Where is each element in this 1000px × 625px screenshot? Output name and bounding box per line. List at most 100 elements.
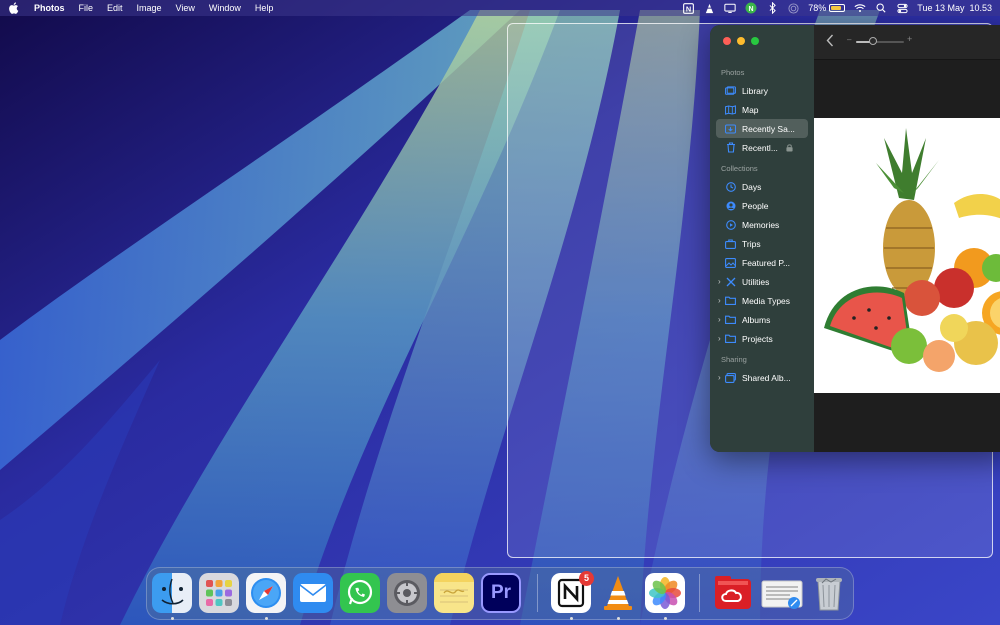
memories-icon <box>725 219 736 230</box>
dock-separator <box>537 574 538 612</box>
sidebar-item-projects[interactable]: › Projects <box>716 329 808 348</box>
sidebar-item-label: Featured P... <box>742 257 791 268</box>
sidebar-item-library[interactable]: Library <box>716 81 808 100</box>
notion-status-icon[interactable]: N <box>682 2 694 14</box>
sidebar-item-label: Recentl... <box>742 142 778 153</box>
airdrop-icon[interactable] <box>787 2 799 14</box>
chevron-right-icon[interactable]: › <box>718 334 721 343</box>
zoom-button[interactable] <box>751 37 759 45</box>
bluetooth-icon[interactable] <box>766 2 778 14</box>
chevron-right-icon[interactable]: › <box>718 296 721 305</box>
menu-image[interactable]: Image <box>137 3 162 13</box>
mail-icon[interactable] <box>293 573 333 613</box>
menu-file[interactable]: File <box>79 3 94 13</box>
photo-icon <box>725 257 736 268</box>
photos-window: Photos Library Map Recently Sa... Recent… <box>710 25 1000 452</box>
sidebar-item-albums[interactable]: › Albums <box>716 310 808 329</box>
running-indicator <box>617 617 620 620</box>
safari-icon[interactable] <box>246 573 286 613</box>
sidebar-item-recently-saved[interactable]: Recently Sa... <box>716 119 808 138</box>
clock[interactable]: Tue 13 May 10.53 <box>917 3 992 13</box>
sidebar-item-trips[interactable]: Trips <box>716 234 808 253</box>
finder-icon[interactable] <box>152 573 192 613</box>
battery-percent: 78% <box>808 3 827 13</box>
sidebar-item-days[interactable]: Days <box>716 177 808 196</box>
back-chevron-icon[interactable] <box>826 34 834 52</box>
sidebar-item-label: Projects <box>742 333 773 344</box>
library-icon <box>725 85 736 96</box>
menu-bar: Photos File Edit Image View Window Help … <box>0 0 1000 16</box>
person-icon <box>725 200 736 211</box>
sidebar-item-label: Shared Alb... <box>742 372 791 383</box>
photos-sidebar: Photos Library Map Recently Sa... Recent… <box>710 25 814 452</box>
trash-bin-icon[interactable] <box>809 573 849 613</box>
clock-icon <box>725 181 736 192</box>
premiere-pro-icon[interactable]: Pr <box>481 573 521 613</box>
photos-content-area: – + <box>814 25 1000 452</box>
sidebar-item-featured-photos[interactable]: Featured P... <box>716 253 808 272</box>
sidebar-item-label: People <box>742 200 769 211</box>
running-indicator <box>265 617 268 620</box>
vlc-icon[interactable] <box>598 573 638 613</box>
sidebar-item-memories[interactable]: Memories <box>716 215 808 234</box>
sidebar-item-media-types[interactable]: › Media Types <box>716 291 808 310</box>
app-status-icon[interactable]: N <box>745 2 757 14</box>
spotlight-search-icon[interactable] <box>875 2 887 14</box>
zoom-slider[interactable] <box>856 37 904 45</box>
notes-icon[interactable] <box>434 573 474 613</box>
notification-badge: 5 <box>579 571 594 586</box>
running-indicator <box>570 617 573 620</box>
sidebar-item-label: Memories <box>742 219 780 230</box>
minimize-button[interactable] <box>737 37 745 45</box>
sidebar-item-label: Days <box>742 181 762 192</box>
menu-view[interactable]: View <box>176 3 195 13</box>
close-button[interactable] <box>723 37 731 45</box>
photo-fruit[interactable] <box>814 118 1000 393</box>
sidebar-item-label: Map <box>742 104 759 115</box>
creative-cloud-icon[interactable] <box>713 573 753 613</box>
sidebar-item-label: Library <box>742 85 768 96</box>
apple-icon[interactable] <box>8 2 20 14</box>
sidebar-item-label: Albums <box>742 314 771 325</box>
sidebar-item-people[interactable]: People <box>716 196 808 215</box>
menu-help[interactable]: Help <box>255 3 274 13</box>
shared-album-icon <box>725 372 736 383</box>
vlc-status-icon[interactable] <box>703 2 715 14</box>
running-indicator <box>171 617 174 620</box>
sidebar-item-map[interactable]: Map <box>716 100 808 119</box>
menu-edit[interactable]: Edit <box>107 3 123 13</box>
launchpad-icon[interactable] <box>199 573 239 613</box>
menu-window[interactable]: Window <box>209 3 241 13</box>
sidebar-item-label: Trips <box>742 238 761 249</box>
photos-toolbar: – + <box>814 25 1000 60</box>
map-icon <box>725 104 736 115</box>
wifi-icon[interactable] <box>854 2 866 14</box>
app-menu-photos[interactable]: Photos <box>34 3 65 13</box>
zoom-out-label[interactable]: – <box>847 35 851 44</box>
preview-icon[interactable] <box>760 573 804 613</box>
recently-saved-icon <box>725 123 736 134</box>
zoom-slider-knob[interactable] <box>868 37 877 45</box>
photos-app-icon[interactable] <box>645 573 685 613</box>
sidebar-item-shared-albums[interactable]: › Shared Alb... <box>716 368 808 387</box>
control-center-icon[interactable] <box>896 2 908 14</box>
sidebar-item-recently-deleted[interactable]: Recentl... <box>716 138 808 157</box>
zoom-in-label[interactable]: + <box>907 34 912 44</box>
chevron-right-icon[interactable]: › <box>718 373 721 382</box>
battery-indicator[interactable]: 78% <box>808 3 846 13</box>
section-label-collections: Collections <box>721 164 758 173</box>
svg-text:N: N <box>686 4 691 13</box>
chevron-right-icon[interactable]: › <box>718 315 721 324</box>
chevron-right-icon[interactable]: › <box>718 277 721 286</box>
sidebar-item-label: Media Types <box>742 295 791 306</box>
dock-separator <box>699 574 700 612</box>
system-settings-icon[interactable] <box>387 573 427 613</box>
whatsapp-icon[interactable] <box>340 573 380 613</box>
sidebar-item-label: Recently Sa... <box>742 123 795 134</box>
folder-icon <box>725 314 736 325</box>
fruit-image <box>824 128 1000 372</box>
display-status-icon[interactable] <box>724 2 736 14</box>
section-label-sharing: Sharing <box>721 355 747 364</box>
sidebar-item-utilities[interactable]: › Utilities <box>716 272 808 291</box>
lock-icon <box>786 143 793 152</box>
